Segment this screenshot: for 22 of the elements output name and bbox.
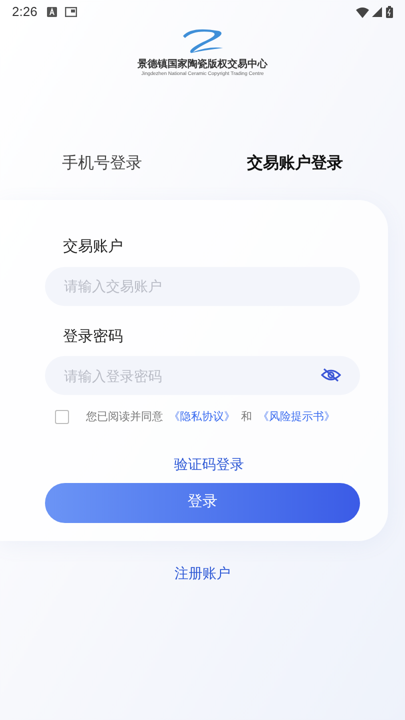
input-field[interactable]: 请输入登录密码 bbox=[45, 356, 360, 395]
field-label: 登录密码 bbox=[63, 326, 124, 346]
login-tab[interactable]: 交易账户登录 bbox=[247, 152, 343, 176]
status-time: 2:26 bbox=[12, 3, 38, 22]
font-icon bbox=[47, 7, 58, 17]
picture-in-picture-icon bbox=[65, 7, 78, 17]
eye-hidden-icon[interactable] bbox=[321, 368, 341, 382]
code-login-link[interactable]: 验证码登录 bbox=[174, 454, 244, 474]
field-label: 交易账户 bbox=[63, 237, 124, 257]
input-field[interactable]: 请输入交易账户 bbox=[45, 266, 360, 306]
agreement-joiner: 和 bbox=[241, 410, 252, 425]
logo-title: 景德镇国家陶瓷版权交易中心 bbox=[138, 60, 268, 70]
agreement-checkbox[interactable] bbox=[55, 410, 69, 424]
signal-icon bbox=[372, 7, 382, 17]
battery-icon bbox=[386, 6, 393, 18]
login-tab[interactable]: 手机号登录 bbox=[62, 152, 142, 176]
wifi-icon bbox=[356, 6, 369, 18]
privacy-link[interactable]: 《隐私协议》 bbox=[169, 409, 235, 426]
register-link[interactable]: 注册账户 bbox=[174, 562, 230, 584]
login-button[interactable]: 登录 bbox=[45, 482, 360, 522]
risk-notice-link[interactable]: 《风险提示书》 bbox=[258, 409, 335, 426]
agreement-text: 您已阅读并同意 bbox=[86, 410, 163, 425]
